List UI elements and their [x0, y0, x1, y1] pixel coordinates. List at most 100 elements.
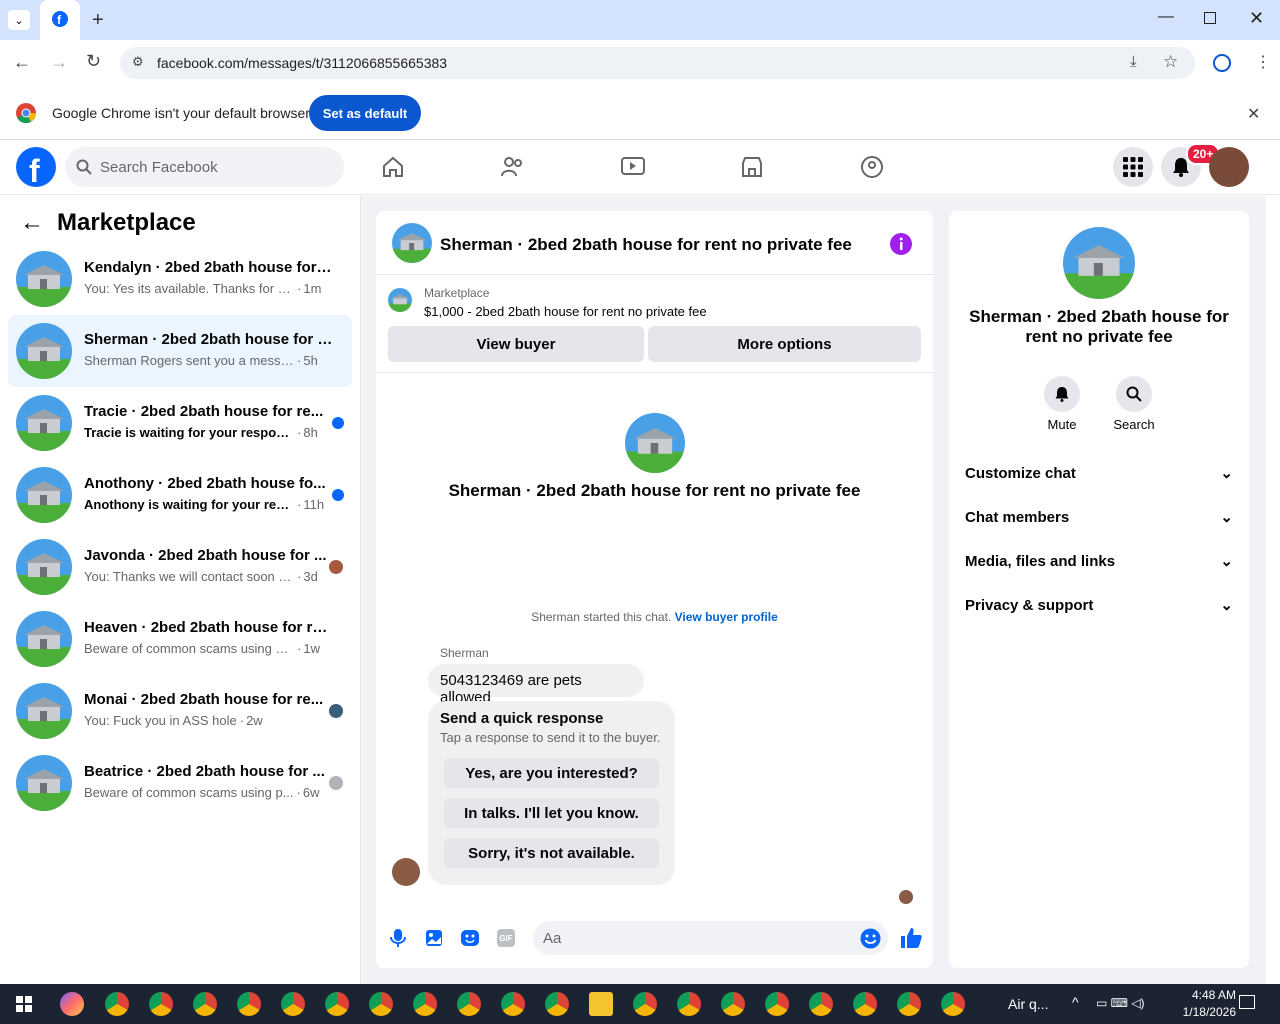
- house-thumbnail-icon: [16, 395, 72, 451]
- forward-button[interactable]: →: [50, 52, 68, 73]
- chrome-taskbar-icon[interactable]: [677, 992, 701, 1016]
- conversation-item[interactable]: Kendalyn · 2bed 2bath house for r... You:…: [8, 243, 352, 315]
- house-thumbnail-icon: [16, 755, 72, 811]
- sender-avatar[interactable]: [392, 858, 420, 886]
- chrome-taskbar-icon[interactable]: [369, 992, 393, 1016]
- profile-icon[interactable]: [1213, 54, 1231, 72]
- reload-button[interactable]: ↻: [86, 51, 101, 72]
- conversation-preview: Beware of common scams using pay...: [84, 641, 294, 656]
- quick-response-not-available[interactable]: Sorry, it's not available.: [444, 838, 659, 868]
- conversation-name: Anothony · 2bed 2bath house fo...: [84, 475, 326, 492]
- chrome-taskbar-icon[interactable]: [193, 992, 217, 1016]
- restore-button[interactable]: [1204, 12, 1216, 24]
- chat-header-thumbnail[interactable]: [392, 223, 432, 263]
- conversation-item[interactable]: Tracie · 2bed 2bath house for re... Traci…: [8, 387, 352, 459]
- close-window-button[interactable]: ✕: [1249, 8, 1264, 29]
- windows-start-icon[interactable]: [16, 996, 32, 1012]
- chrome-taskbar-icon[interactable]: [237, 992, 261, 1016]
- separator-dot: ·: [297, 425, 302, 440]
- microphone-icon[interactable]: [389, 928, 407, 948]
- privacy-support-section[interactable]: Privacy & support ⌄: [965, 596, 1233, 615]
- back-button[interactable]: ←: [13, 52, 31, 73]
- section-label: Customize chat: [965, 464, 1076, 482]
- separator-dot: ·: [297, 281, 302, 296]
- home-nav-icon[interactable]: [381, 155, 405, 179]
- media-files-links-section[interactable]: Media, files and links ⌄: [965, 552, 1233, 571]
- message-bubble[interactable]: 5043123469 are pets allowed: [428, 664, 644, 706]
- tray-icons[interactable]: ▭ ⌨ ◁): [1096, 996, 1145, 1010]
- chrome-taskbar-icon[interactable]: [721, 992, 745, 1016]
- menu-grid-button[interactable]: [1113, 147, 1153, 187]
- chrome-taskbar-icon[interactable]: [545, 992, 569, 1016]
- browser-tab[interactable]: f: [40, 0, 80, 40]
- clock-date: 1/18/2026: [1182, 1005, 1236, 1019]
- address-bar[interactable]: ⚙ facebook.com/messages/t/31120668556653…: [120, 47, 1195, 79]
- chrome-taskbar-icon[interactable]: [501, 992, 525, 1016]
- account-avatar[interactable]: [1209, 147, 1249, 187]
- chrome-taskbar-icon[interactable]: [633, 992, 657, 1016]
- infobar-close-icon[interactable]: ✕: [1247, 104, 1260, 124]
- chrome-taskbar-icon[interactable]: [457, 992, 481, 1016]
- chrome-taskbar-icon[interactable]: [105, 992, 129, 1016]
- set-default-button[interactable]: Set as default: [309, 95, 421, 131]
- chrome-menu-icon[interactable]: ⋮: [1255, 52, 1271, 72]
- clock[interactable]: 4:48 AM 1/18/2026: [1160, 987, 1236, 1021]
- marketplace-nav-icon[interactable]: [740, 155, 764, 179]
- conversation-item[interactable]: Heaven · 2bed 2bath house for ren... Bewa…: [8, 603, 352, 675]
- photo-icon[interactable]: [425, 929, 443, 947]
- sticker-icon[interactable]: [460, 929, 480, 947]
- conversation-item[interactable]: Javonda · 2bed 2bath house for ... You: T…: [8, 531, 352, 603]
- copilot-taskbar-icon[interactable]: [60, 992, 84, 1016]
- conversation-time: 1m: [303, 281, 322, 296]
- weather-widget[interactable]: Air q...: [1008, 996, 1048, 1012]
- minimize-button[interactable]: —: [1158, 8, 1174, 26]
- info-icon[interactable]: [890, 233, 912, 255]
- back-arrow-icon[interactable]: ←: [20, 209, 44, 237]
- chrome-taskbar-icon[interactable]: [897, 992, 921, 1016]
- view-buyer-button[interactable]: View buyer: [388, 326, 644, 362]
- new-tab-button[interactable]: +: [92, 9, 104, 32]
- file-explorer-taskbar-icon[interactable]: [589, 992, 613, 1016]
- bookmark-star-icon[interactable]: ☆: [1163, 52, 1178, 72]
- notification-center-icon[interactable]: [1239, 995, 1255, 1009]
- quick-response-yes[interactable]: Yes, are you interested?: [444, 758, 659, 788]
- site-info-icon[interactable]: ⚙: [132, 54, 144, 70]
- facebook-search-input[interactable]: Search Facebook: [65, 147, 344, 187]
- gif-icon[interactable]: GIF: [497, 929, 515, 947]
- facebook-logo-icon[interactable]: f: [16, 147, 56, 187]
- chrome-taskbar-icon[interactable]: [281, 992, 305, 1016]
- groups-nav-icon[interactable]: [860, 155, 884, 179]
- conversation-item[interactable]: Monai · 2bed 2bath house for re... You: F…: [8, 675, 352, 747]
- svg-text:f: f: [29, 153, 40, 187]
- conversation-item[interactable]: Sherman · 2bed 2bath house for r... Sherm…: [8, 315, 352, 387]
- video-nav-icon[interactable]: [620, 155, 646, 179]
- chat-started-text: Sherman started this chat.: [531, 610, 672, 624]
- search-chat-button[interactable]: [1116, 376, 1152, 412]
- install-app-icon[interactable]: ⤓: [1130, 53, 1137, 70]
- message-input[interactable]: Aa: [533, 921, 888, 955]
- thumbs-up-icon[interactable]: [899, 926, 923, 950]
- chrome-taskbar-icon[interactable]: [149, 992, 173, 1016]
- emoji-icon[interactable]: [860, 928, 881, 949]
- conversation-preview-line: You: Fuck you in ASS hole · 2w: [84, 713, 336, 728]
- chrome-taskbar-icon[interactable]: [853, 992, 877, 1016]
- friends-nav-icon[interactable]: [500, 155, 526, 179]
- chrome-taskbar-icon[interactable]: [413, 992, 437, 1016]
- more-options-button[interactable]: More options: [648, 326, 921, 362]
- chrome-taskbar-icon[interactable]: [941, 992, 965, 1016]
- view-buyer-profile-link[interactable]: View buyer profile: [675, 610, 778, 624]
- mute-button[interactable]: [1044, 376, 1080, 412]
- tab-search-button[interactable]: ⌄: [8, 10, 30, 30]
- customize-chat-section[interactable]: Customize chat ⌄: [965, 464, 1233, 483]
- chrome-taskbar-icon[interactable]: [765, 992, 789, 1016]
- conversation-item[interactable]: Anothony · 2bed 2bath house fo... Anothon…: [8, 459, 352, 531]
- tray-chevron-icon[interactable]: ^: [1072, 994, 1079, 1010]
- conversation-preview-line: Beware of common scams using p... · 6w: [84, 785, 336, 800]
- chat-members-section[interactable]: Chat members ⌄: [965, 508, 1233, 527]
- conversation-time: 6w: [302, 785, 320, 800]
- conversation-item[interactable]: Beatrice · 2bed 2bath house for ... Bewar…: [8, 747, 352, 819]
- chrome-taskbar-icon[interactable]: [809, 992, 833, 1016]
- chrome-taskbar-icon[interactable]: [325, 992, 349, 1016]
- chevron-down-icon: ⌄: [1220, 509, 1233, 526]
- quick-response-in-talks[interactable]: In talks. I'll let you know.: [444, 798, 659, 828]
